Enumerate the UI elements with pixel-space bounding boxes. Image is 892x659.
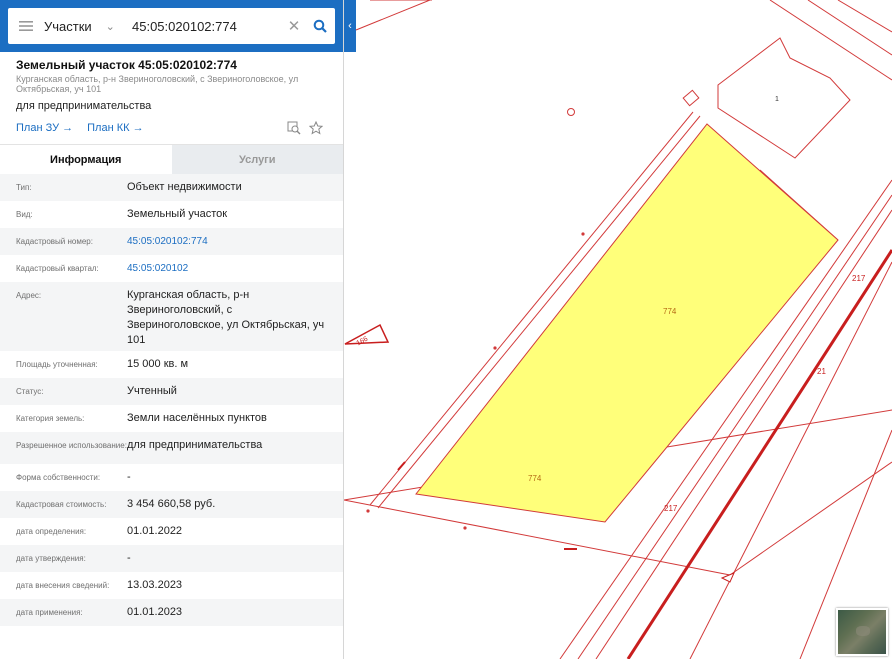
- parcel-title: Земельный участок 45:05:020102:774: [16, 58, 237, 72]
- property-label: Адрес:: [16, 291, 42, 300]
- property-rows: Тип: Объект недвижимости Вид: Земельный уча…: [0, 174, 343, 626]
- property-label: дата определения:: [16, 527, 87, 536]
- property-row: дата определения: 01.01.2022: [0, 518, 343, 545]
- parcel-purpose: для предпринимательства: [16, 100, 152, 112]
- property-label: Кадастровый квартал:: [16, 264, 99, 273]
- parcel-label-center: 774: [663, 307, 677, 316]
- app: 774 774 1 217 217 21 166 Участки ⌄ 45:05…: [0, 0, 892, 659]
- building-label: 1: [775, 96, 779, 103]
- property-label: Площадь уточненная:: [16, 360, 98, 369]
- property-label: Статус:: [16, 387, 44, 396]
- property-row: Кадастровый номер: 45:05:020102:774: [0, 228, 343, 255]
- property-row: Кадастровая стоимость: 3 454 660,58 руб.: [0, 491, 343, 518]
- property-row: Разрешенное использование: для предприним…: [0, 432, 343, 464]
- minimap-thumbnail[interactable]: [836, 608, 888, 656]
- property-value: 01.01.2023: [127, 606, 183, 618]
- property-label: дата применения:: [16, 608, 83, 617]
- chevron-down-icon: ⌄: [105, 20, 115, 33]
- search-box: Участки ⌄ 45:05:020102:774 ✕: [8, 8, 335, 44]
- property-row: Категория земель: Земли населённых пункто…: [0, 405, 343, 432]
- property-value: -: [127, 471, 131, 483]
- property-row: Адрес: Курганская область, р-н Звериногол…: [0, 282, 343, 351]
- property-value-link[interactable]: 45:05:020102: [127, 261, 327, 282]
- property-row: Статус: Учтенный: [0, 378, 343, 405]
- collapse-chevron-icon[interactable]: ‹: [344, 0, 356, 52]
- property-row: Кадастровый квартал: 45:05:020102: [0, 255, 343, 282]
- point-marker: [581, 232, 585, 236]
- info-panel: Участки ⌄ 45:05:020102:774 ✕ Земельный у…: [0, 0, 344, 659]
- property-row: дата внесения сведений: 13.03.2023: [0, 572, 343, 599]
- property-row: дата применения: 01.01.2023: [0, 599, 343, 626]
- property-label: Тип:: [16, 183, 32, 192]
- property-row: Вид: Земельный участок: [0, 201, 343, 228]
- menu-icon[interactable]: [8, 8, 44, 44]
- point-marker: [366, 509, 370, 513]
- property-row: Форма собственности: -: [0, 464, 343, 491]
- property-label: Вид:: [16, 210, 33, 219]
- property-label: Кадастровый номер:: [16, 237, 93, 246]
- parcel-label-lower: 774: [528, 474, 542, 483]
- property-label: дата утверждения:: [16, 554, 86, 563]
- star-icon[interactable]: [305, 121, 327, 135]
- property-value: Земли населённых пунктов: [127, 412, 267, 424]
- property-label: Категория земель:: [16, 414, 85, 423]
- property-value-link[interactable]: 45:05:020102:774: [127, 234, 327, 255]
- property-value: для предпринимательства: [127, 439, 263, 451]
- property-value: 13.03.2023: [127, 579, 183, 591]
- property-value: 15 000 кв. м: [127, 358, 189, 370]
- property-value: 01.01.2022: [127, 525, 183, 537]
- property-label: дата внесения сведений:: [16, 581, 110, 590]
- plan-kk-link[interactable]: План КК →: [87, 122, 143, 134]
- point-marker: [463, 526, 467, 530]
- property-label: Разрешенное использование:: [16, 441, 127, 450]
- minimap-detail: [856, 626, 870, 636]
- search-bar: Участки ⌄ 45:05:020102:774 ✕: [0, 0, 343, 52]
- property-label: Кадастровая стоимость:: [16, 500, 107, 509]
- property-value: Земельный участок: [127, 208, 228, 220]
- property-label: Форма собственности:: [16, 473, 101, 482]
- zoom-to-icon[interactable]: [283, 121, 305, 135]
- property-value: Объект недвижимости: [127, 181, 242, 193]
- tab-information[interactable]: Информация: [0, 145, 172, 174]
- point-marker: [493, 346, 497, 350]
- search-icon[interactable]: [305, 19, 335, 33]
- property-row: дата утверждения: -: [0, 545, 343, 572]
- clear-icon[interactable]: ✕: [283, 17, 305, 35]
- road-label-217-lower: 217: [664, 504, 678, 513]
- layer-select[interactable]: Участки ⌄: [44, 19, 128, 34]
- property-row: Площадь уточненная: 15 000 кв. м: [0, 351, 343, 378]
- property-value: Курганская область, р-н Звериноголовский…: [127, 289, 325, 346]
- search-input[interactable]: 45:05:020102:774: [128, 19, 283, 34]
- property-value: Учтенный: [127, 385, 177, 397]
- plan-zu-link[interactable]: План ЗУ →: [16, 122, 73, 134]
- layer-select-value: Участки: [44, 18, 92, 34]
- plan-links: План ЗУ → План КК →: [0, 112, 343, 138]
- property-value: 3 454 660,58 руб.: [127, 498, 216, 510]
- tab-services[interactable]: Услуги: [171, 145, 343, 174]
- property-row: Тип: Объект недвижимости: [0, 174, 343, 201]
- road-label-21: 21: [817, 367, 826, 376]
- parcel-address-short: Курганская область, р-н Звериноголовский…: [16, 74, 299, 94]
- panel-tabs: Информация Услуги: [0, 144, 343, 174]
- road-label-217-upper: 217: [852, 274, 866, 283]
- property-value: -: [127, 552, 131, 564]
